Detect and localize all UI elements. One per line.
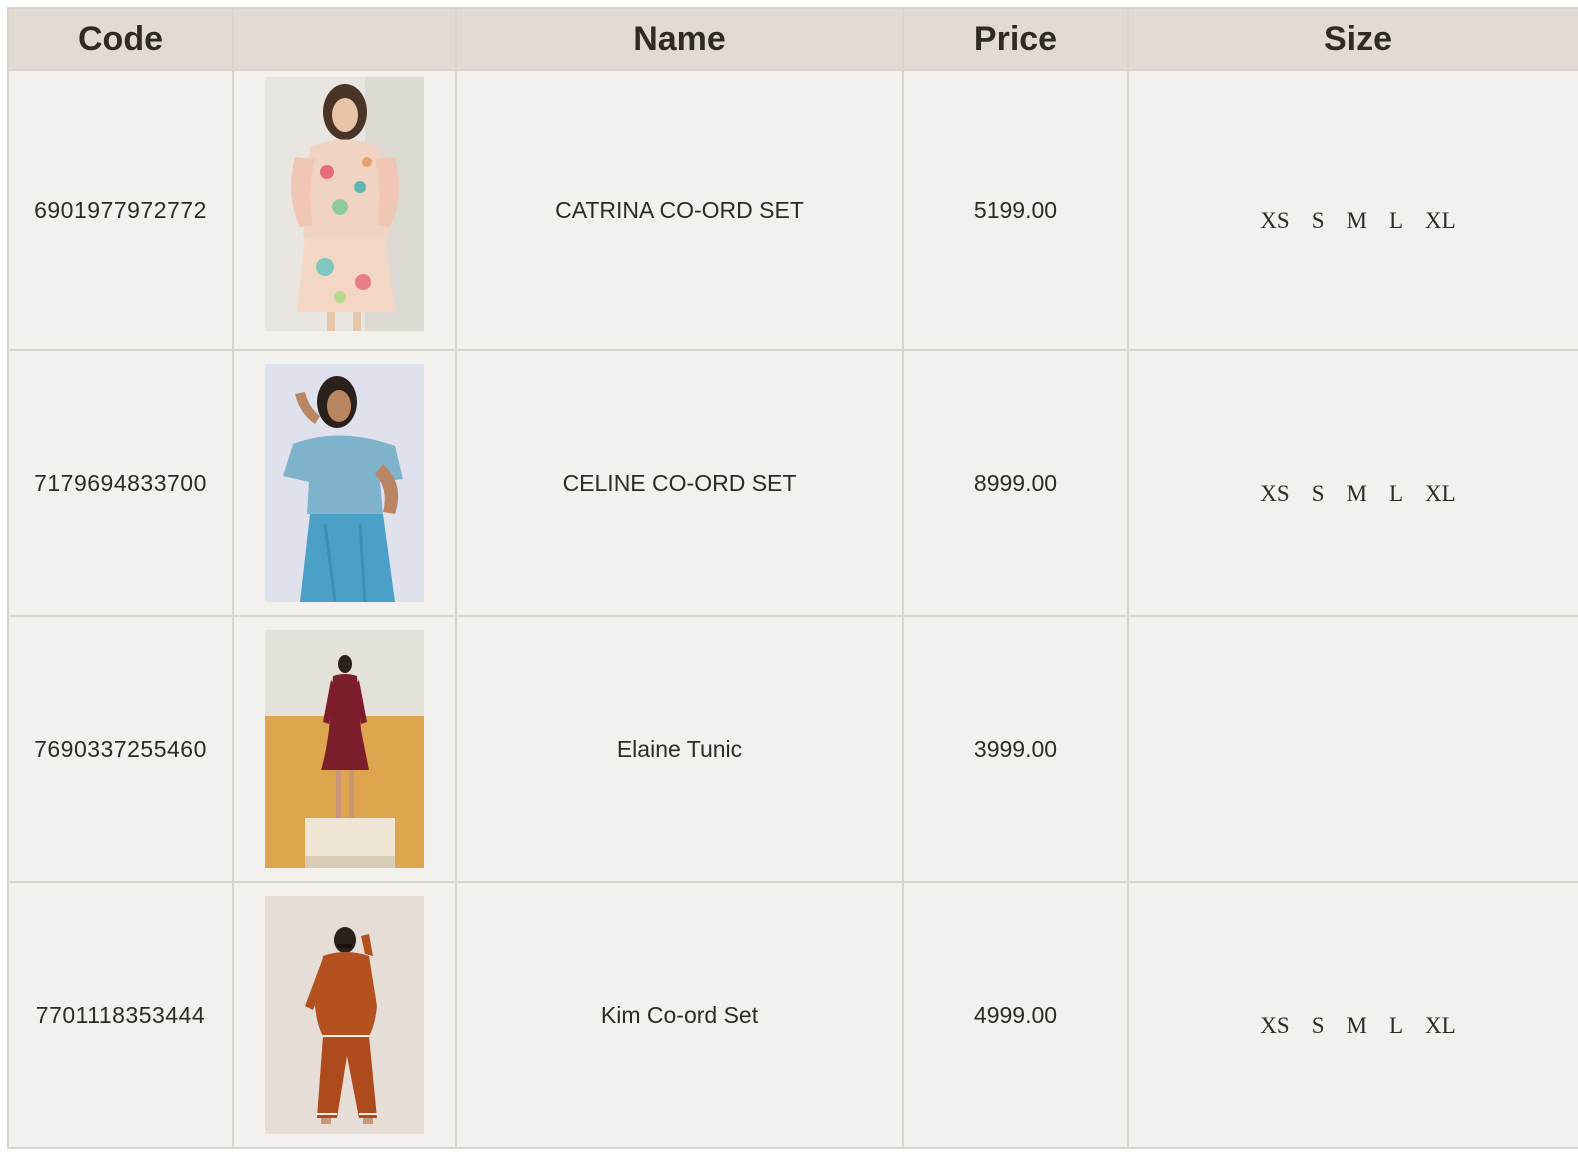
size-option-m[interactable]: M <box>1347 481 1367 507</box>
product-code: 6901977972772 <box>7 69 234 351</box>
table-row: 7690337255460 Elaine Tunic 3999.00 <box>7 615 1578 883</box>
size-option-xs[interactable]: XS <box>1260 1013 1289 1039</box>
product-sizes: XS S M L XL <box>1127 69 1578 351</box>
size-option-xl[interactable]: XL <box>1425 1013 1456 1039</box>
size-option-m[interactable]: M <box>1347 1013 1367 1039</box>
size-option-l[interactable]: L <box>1389 1013 1403 1039</box>
product-name[interactable]: CELINE CO-ORD SET <box>455 349 904 617</box>
header-name: Name <box>455 7 904 71</box>
product-photo-blue-set[interactable] <box>265 364 424 602</box>
product-name[interactable]: Elaine Tunic <box>455 615 904 883</box>
table-header-row: Code Name Price Size <box>7 7 1578 71</box>
size-option-xs[interactable]: XS <box>1260 208 1289 234</box>
product-sizes: XS S M L XL <box>1127 349 1578 617</box>
product-name[interactable]: CATRINA CO-ORD SET <box>455 69 904 351</box>
product-price: 4999.00 <box>902 881 1129 1149</box>
product-code: 7701118353444 <box>7 881 234 1149</box>
size-option-s[interactable]: S <box>1312 208 1325 234</box>
size-option-l[interactable]: L <box>1389 481 1403 507</box>
product-image-cell <box>232 69 457 351</box>
product-sizes-empty <box>1127 615 1578 883</box>
size-option-xs[interactable]: XS <box>1260 481 1289 507</box>
header-price: Price <box>902 7 1129 71</box>
product-name[interactable]: Kim Co-ord Set <box>455 881 904 1149</box>
product-code: 7179694833700 <box>7 349 234 617</box>
product-price: 8999.00 <box>902 349 1129 617</box>
size-option-xl[interactable]: XL <box>1425 208 1456 234</box>
header-size: Size <box>1127 7 1578 71</box>
size-option-l[interactable]: L <box>1389 208 1403 234</box>
product-image-cell <box>232 615 457 883</box>
product-sizes: XS S M L XL <box>1127 881 1578 1149</box>
product-photo-rust-set[interactable] <box>265 896 424 1134</box>
product-price: 3999.00 <box>902 615 1129 883</box>
product-photo-maroon-tunic[interactable] <box>265 630 424 868</box>
product-image-cell <box>232 349 457 617</box>
size-option-xl[interactable]: XL <box>1425 481 1456 507</box>
product-table-container: Code Name Price Size 6901977972772 CATRI… <box>7 7 1578 1149</box>
size-option-s[interactable]: S <box>1312 1013 1325 1039</box>
product-image-cell <box>232 881 457 1149</box>
size-option-m[interactable]: M <box>1347 208 1367 234</box>
table-row: 6901977972772 CATRINA CO-ORD SET 5199.00… <box>7 69 1578 351</box>
size-option-s[interactable]: S <box>1312 481 1325 507</box>
size-list: XS S M L XL <box>1249 1013 1466 1039</box>
product-table: Code Name Price Size 6901977972772 CATRI… <box>7 7 1578 1149</box>
header-code: Code <box>7 7 234 71</box>
header-image <box>232 7 457 71</box>
table-row: 7179694833700 CELINE CO-ORD SET 8999.00 … <box>7 349 1578 617</box>
product-photo-floral-dress[interactable] <box>265 77 424 331</box>
product-price: 5199.00 <box>902 69 1129 351</box>
size-list: XS S M L XL <box>1249 208 1466 234</box>
table-row: 7701118353444 Kim Co-ord Set 4999.00 XS … <box>7 881 1578 1149</box>
size-list: XS S M L XL <box>1249 481 1466 507</box>
product-code: 7690337255460 <box>7 615 234 883</box>
